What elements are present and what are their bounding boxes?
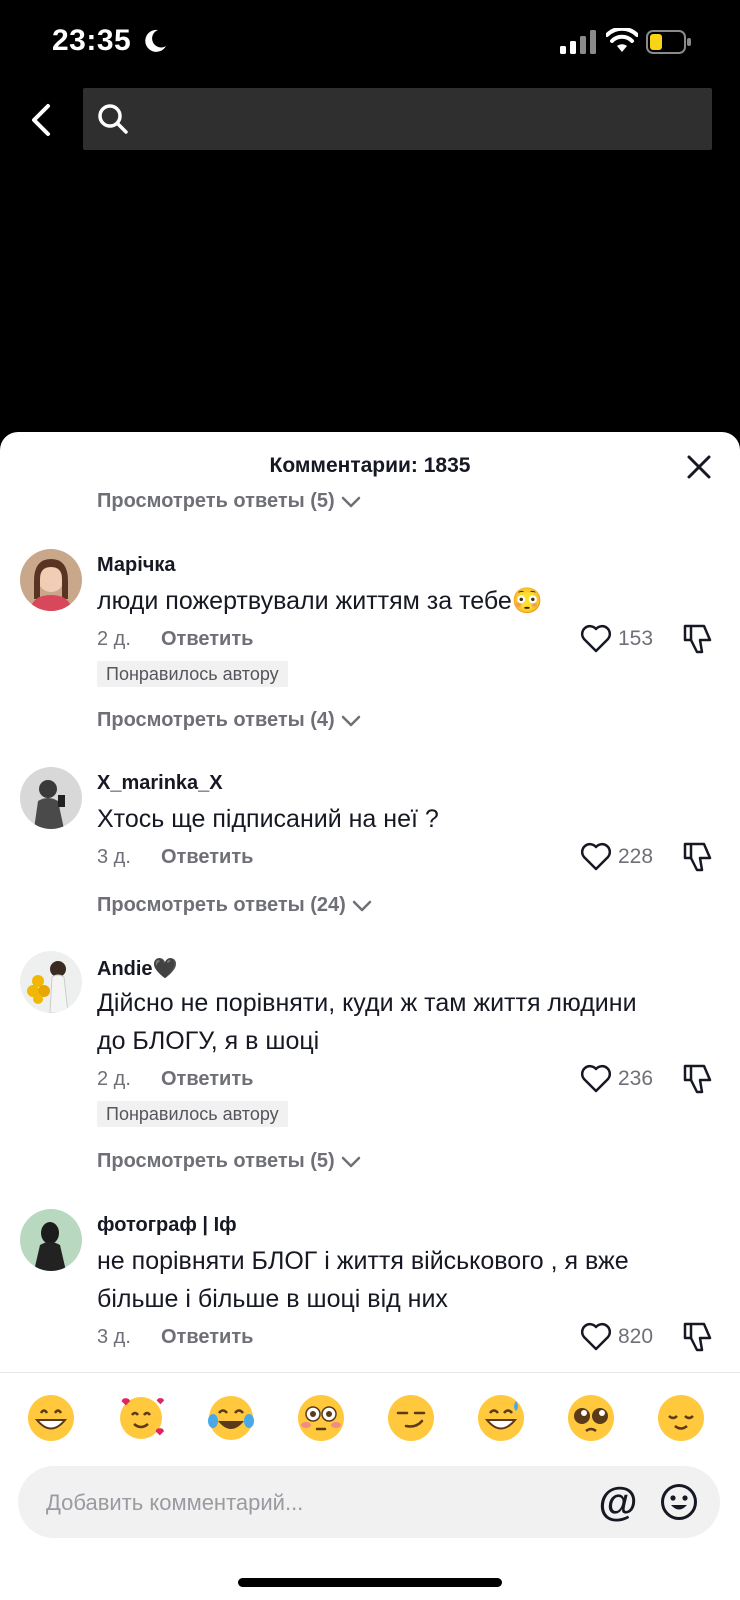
dislike-icon[interactable] bbox=[682, 1062, 714, 1096]
comment-text-line: не порівняти БЛОГ і життя військового , … bbox=[97, 1247, 629, 1275]
emoji-smirk-icon[interactable] bbox=[386, 1393, 436, 1443]
search-icon bbox=[98, 104, 128, 134]
comment-age: 3 д. bbox=[97, 1326, 131, 1348]
comment-text: Дійсно не порівняти, куди ж там життя лю… bbox=[97, 984, 697, 1060]
dislike-icon[interactable] bbox=[682, 840, 714, 874]
comment-age: 2 д. bbox=[97, 1068, 131, 1090]
comment-input-bar[interactable]: @ bbox=[18, 1466, 720, 1538]
emoji-grinning-icon[interactable] bbox=[26, 1393, 76, 1443]
like-button[interactable]: 820 bbox=[580, 1320, 670, 1354]
chevron-down-icon bbox=[352, 900, 372, 911]
comment-meta: 3 д. Ответить bbox=[97, 846, 253, 869]
view-replies-label: Просмотреть ответы (5) bbox=[97, 1150, 335, 1172]
view-replies-label: Просмотреть ответы (5) bbox=[97, 490, 335, 512]
emoji-quick-bar bbox=[0, 1372, 740, 1463]
chevron-down-icon bbox=[341, 496, 360, 507]
reply-button[interactable]: Ответить bbox=[161, 628, 253, 651]
comment-username[interactable]: X_marinka_X bbox=[97, 772, 223, 795]
reply-button[interactable]: Ответить bbox=[161, 846, 253, 869]
like-count: 228 bbox=[618, 845, 654, 868]
comment-text: Хтось ще підписаний на неї ? bbox=[97, 800, 697, 838]
view-replies-button[interactable]: Просмотреть ответы (24) bbox=[97, 894, 372, 917]
comment-text-line: люди пожертвували життям за тебе😳 bbox=[97, 587, 543, 615]
heart-icon bbox=[580, 1322, 612, 1351]
mention-button[interactable]: @ bbox=[596, 1478, 640, 1526]
chevron-down-icon bbox=[341, 1156, 360, 1167]
comment-age: 2 д. bbox=[97, 628, 131, 650]
avatar[interactable] bbox=[20, 767, 82, 829]
comment-input[interactable] bbox=[44, 1482, 568, 1524]
emoji-tears-of-joy-icon[interactable] bbox=[206, 1393, 256, 1443]
view-replies-button[interactable]: Просмотреть ответы (5) bbox=[97, 490, 361, 513]
like-button[interactable]: 153 bbox=[580, 622, 670, 656]
battery-icon bbox=[646, 30, 691, 54]
dislike-icon[interactable] bbox=[682, 622, 714, 656]
avatar[interactable] bbox=[20, 951, 82, 1013]
dislike-icon[interactable] bbox=[682, 1320, 714, 1354]
heart-icon bbox=[580, 1064, 612, 1093]
wifi-icon bbox=[606, 28, 638, 52]
reply-button[interactable]: Ответить bbox=[161, 1326, 253, 1349]
comment-text-line: Хтось ще підписаний на неї ? bbox=[97, 805, 439, 833]
emoji-flushed-icon[interactable] bbox=[296, 1393, 346, 1443]
comments-title: Комментарии: 1835 bbox=[269, 454, 471, 477]
reply-button[interactable]: Ответить bbox=[161, 1068, 253, 1091]
back-arrow-icon[interactable] bbox=[26, 98, 60, 142]
emoji-smiling-hearts-icon[interactable] bbox=[116, 1393, 166, 1443]
emoji-relieved-icon[interactable] bbox=[656, 1393, 706, 1443]
status-bar: 23:35 bbox=[0, 0, 740, 84]
comment-text-line: до БЛОГУ, я в шоці bbox=[97, 1027, 320, 1055]
creator-liked-badge: Понравилось автору bbox=[97, 661, 288, 687]
like-count: 236 bbox=[618, 1067, 654, 1090]
comment-text-line: Дійсно не порівняти, куди ж там життя лю… bbox=[97, 989, 637, 1017]
comment-username[interactable]: фотограф | Іф bbox=[97, 1214, 237, 1237]
like-button[interactable]: 236 bbox=[580, 1062, 670, 1096]
heart-icon bbox=[580, 842, 612, 871]
signal-icon bbox=[560, 30, 596, 54]
comment-text: люди пожертвували життям за тебе😳 bbox=[97, 582, 697, 620]
view-replies-button[interactable]: Просмотреть ответы (4) bbox=[97, 709, 361, 732]
comment-meta: 2 д. Ответить bbox=[97, 628, 253, 651]
comment-username[interactable]: Andie🖤 bbox=[97, 956, 177, 981]
comment-age: 3 д. bbox=[97, 846, 131, 868]
search-input[interactable] bbox=[143, 98, 697, 140]
home-indicator[interactable] bbox=[238, 1578, 502, 1587]
close-icon[interactable] bbox=[686, 454, 712, 480]
comment-meta: 3 д. Ответить bbox=[97, 1326, 253, 1349]
avatar[interactable] bbox=[20, 1209, 82, 1271]
like-count: 820 bbox=[618, 1325, 654, 1348]
search-bar[interactable] bbox=[83, 88, 712, 150]
like-button[interactable]: 228 bbox=[580, 840, 670, 874]
status-time: 23:35 bbox=[52, 24, 132, 57]
view-replies-label: Просмотреть ответы (4) bbox=[97, 709, 335, 731]
comment-text: не порівняти БЛОГ і життя військового , … bbox=[97, 1242, 697, 1318]
comment-meta: 2 д. Ответить bbox=[97, 1068, 253, 1091]
moon-icon bbox=[145, 29, 166, 52]
view-replies-button[interactable]: Просмотреть ответы (5) bbox=[97, 1150, 361, 1173]
chevron-down-icon bbox=[341, 715, 360, 726]
emoji-sweat-smile-icon[interactable] bbox=[476, 1393, 526, 1443]
emoji-picker-icon[interactable] bbox=[660, 1483, 698, 1521]
heart-icon bbox=[580, 624, 612, 653]
emoji-pleading-icon[interactable] bbox=[566, 1393, 616, 1443]
comment-username[interactable]: Марічка bbox=[97, 554, 176, 577]
avatar[interactable] bbox=[20, 549, 82, 611]
like-count: 153 bbox=[618, 627, 654, 650]
comment-text-line: більше і більше в шоці від них bbox=[97, 1285, 448, 1313]
view-replies-label: Просмотреть ответы (24) bbox=[97, 894, 346, 916]
creator-liked-badge: Понравилось автору bbox=[97, 1101, 288, 1127]
